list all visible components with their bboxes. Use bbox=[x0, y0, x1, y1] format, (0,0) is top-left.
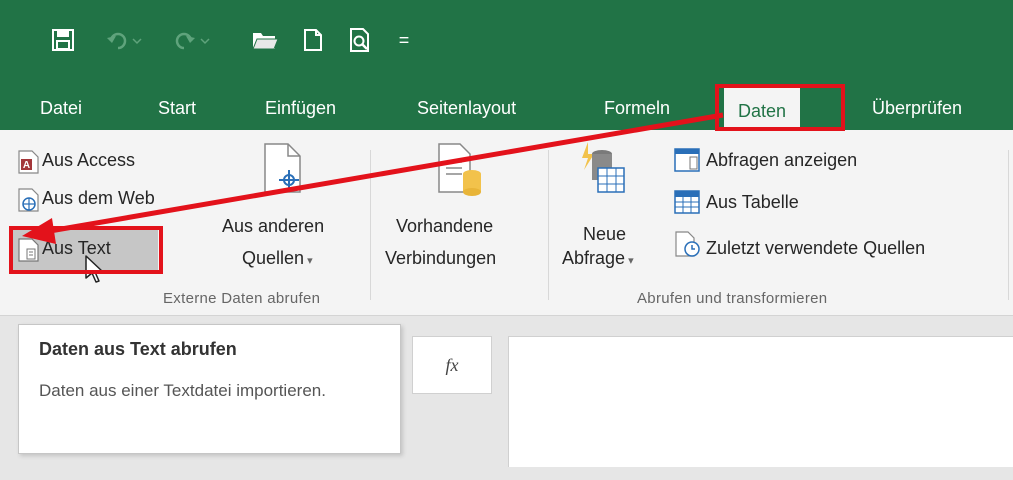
fx-icon: fx bbox=[445, 354, 459, 375]
tooltip: Daten aus Text abrufen Daten aus einer T… bbox=[18, 324, 401, 454]
formula-bar-input[interactable] bbox=[508, 336, 1013, 467]
tooltip-body: Daten aus einer Textdatei importieren. bbox=[39, 381, 326, 400]
insert-function-button[interactable]: fx bbox=[412, 336, 492, 394]
tooltip-title: Daten aus Text abrufen bbox=[39, 339, 237, 359]
